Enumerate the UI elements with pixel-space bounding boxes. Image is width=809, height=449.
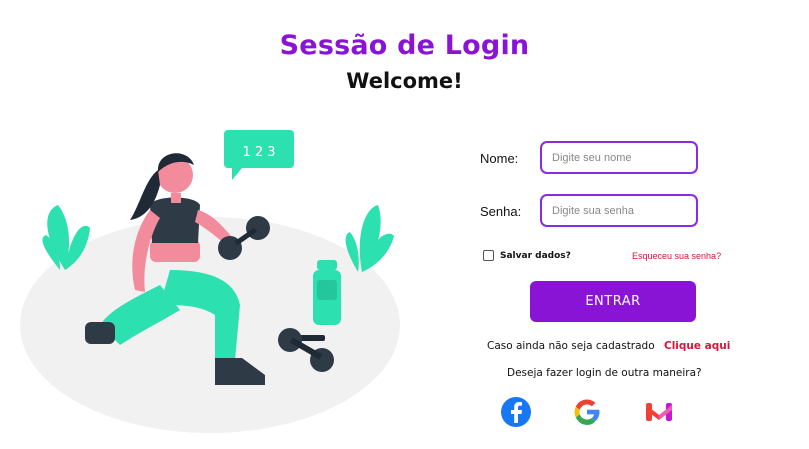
register-text: Caso ainda não seja cadastrado xyxy=(487,340,655,352)
register-row: Caso ainda não seja cadastrado Clique aq… xyxy=(487,340,730,352)
speech-bubble: 1 2 3 xyxy=(224,130,294,180)
gmail-icon[interactable] xyxy=(643,396,675,428)
name-input[interactable] xyxy=(540,141,698,174)
password-label: Senha: xyxy=(480,204,522,219)
google-icon[interactable] xyxy=(571,396,603,428)
other-login-text: Deseja fazer login de outra maneira? xyxy=(507,367,702,379)
welcome-subtitle: Welcome! xyxy=(346,69,463,93)
login-button[interactable]: ENTRAR xyxy=(530,281,696,322)
page-title: Sessão de Login xyxy=(279,30,530,61)
name-label: Nome: xyxy=(480,151,519,166)
remember-checkbox[interactable] xyxy=(483,250,494,261)
facebook-icon[interactable] xyxy=(500,396,532,428)
remember-row: Salvar dados? xyxy=(483,250,571,261)
remember-label: Salvar dados? xyxy=(500,250,571,261)
speech-bubble-text: 1 2 3 xyxy=(242,145,275,160)
register-link[interactable]: Clique aqui xyxy=(664,340,730,352)
plant-right xyxy=(345,205,394,272)
fitness-illustration: 1 2 3 xyxy=(20,130,400,433)
forgot-password-link[interactable]: Esqueceu sua senha? xyxy=(632,251,721,261)
password-input[interactable] xyxy=(540,194,698,227)
